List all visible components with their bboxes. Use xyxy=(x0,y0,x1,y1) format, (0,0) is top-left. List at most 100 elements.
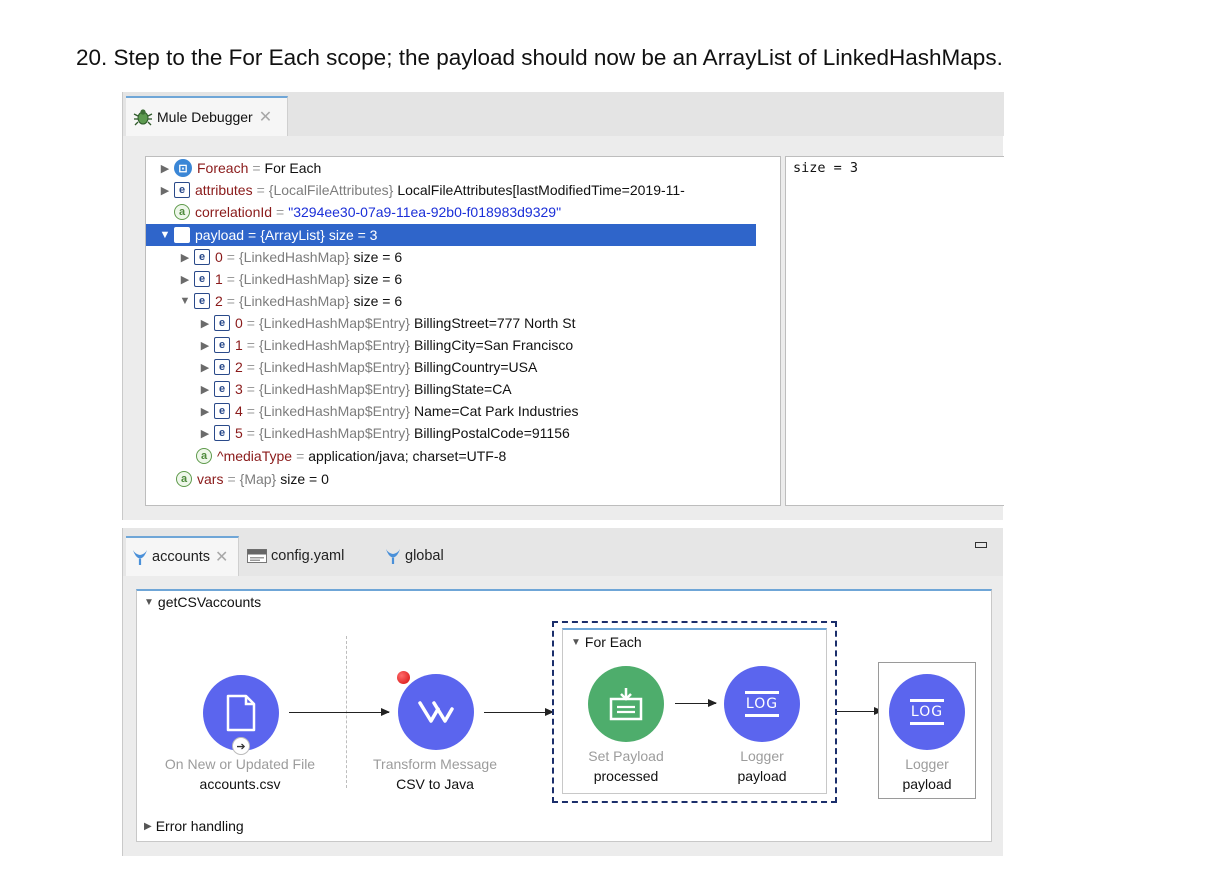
instruction-text: 20. Step to the For Each scope; the payl… xyxy=(76,45,1003,70)
tree-row-map-entry[interactable]: ▶ e 4 = {LinkedHashMap$Entry} Name=Cat P… xyxy=(198,400,579,422)
transform-icon xyxy=(418,701,454,723)
logger-icon-text: LOG xyxy=(745,696,779,712)
tab-accounts[interactable]: accounts ✕ xyxy=(126,536,239,576)
expand-icon[interactable]: ▶ xyxy=(198,405,212,418)
tree-type: {LinkedHashMap$Entry} xyxy=(258,337,410,353)
tab-label: accounts xyxy=(152,549,211,565)
transform-message-component[interactable] xyxy=(398,674,474,750)
expand-icon[interactable]: ▶ xyxy=(158,184,172,197)
mule-flow-icon xyxy=(133,550,147,565)
logger-icon-bar xyxy=(910,722,944,725)
tree-value: For Each xyxy=(264,160,322,176)
tree-value: application/java; charset=UTF-8 xyxy=(308,448,507,464)
collapse-icon[interactable]: ▼ xyxy=(178,295,192,307)
flow-arrow xyxy=(837,707,883,715)
tree-row-foreach[interactable]: ▶ ⊡ Foreach = For Each xyxy=(158,157,321,179)
scope-header[interactable]: ▼ For Each xyxy=(571,634,642,650)
expand-icon[interactable]: ▶ xyxy=(198,383,212,396)
element-icon: e xyxy=(194,271,210,287)
tree-type: {LinkedHashMap} xyxy=(238,271,350,287)
minimize-icon[interactable] xyxy=(975,542,987,548)
tree-key: 1 xyxy=(235,337,243,353)
tab-global[interactable]: global xyxy=(385,536,444,576)
tree-row-map-entry[interactable]: ▶ e 5 = {LinkedHashMap$Entry} BillingPos… xyxy=(198,422,570,444)
expand-icon[interactable]: ▶ xyxy=(144,821,152,832)
tree-row-list-item[interactable]: ▶ e 1 = {LinkedHashMap} size = 6 xyxy=(178,268,402,290)
tab-config-yaml[interactable]: config.yaml xyxy=(247,536,344,576)
equals-sign: = xyxy=(246,425,255,441)
tree-key: correlationId xyxy=(195,204,273,220)
equals-sign: = xyxy=(246,359,255,375)
tree-row-correlation-id[interactable]: a correlationId = "3294ee30-07a9-11ea-92… xyxy=(172,201,561,223)
attribute-icon: a xyxy=(196,448,212,464)
tree-row-map-entry[interactable]: ▶ e 3 = {LinkedHashMap$Entry} BillingSta… xyxy=(198,378,512,400)
tree-value: LocalFileAttributes[lastModifiedTime=201… xyxy=(397,182,685,198)
set-payload-component[interactable] xyxy=(588,666,664,742)
close-icon[interactable]: ✕ xyxy=(259,107,272,127)
tree-row-map-entry[interactable]: ▶ e 0 = {LinkedHashMap$Entry} BillingStr… xyxy=(198,312,575,334)
tree-key: 3 xyxy=(235,381,243,397)
foreach-scope-icon: ⊡ xyxy=(174,159,192,177)
tree-type: {ArrayList} xyxy=(260,227,325,243)
equals-sign: = xyxy=(248,227,257,243)
expand-icon[interactable]: ▶ xyxy=(198,339,212,352)
element-icon: e xyxy=(214,425,230,441)
close-icon[interactable]: ✕ xyxy=(215,547,228,567)
expand-icon[interactable]: ▶ xyxy=(198,317,212,330)
component-subtitle: CSV to Java xyxy=(396,776,474,792)
tree-type: {LinkedHashMap$Entry} xyxy=(258,403,410,419)
collapse-icon[interactable]: ▼ xyxy=(158,229,172,241)
equals-sign: = xyxy=(227,471,236,487)
set-payload-icon xyxy=(609,688,643,721)
component-subtitle: payload xyxy=(737,768,787,784)
tree-type: {LinkedHashMap$Entry} xyxy=(258,359,410,375)
tree-key: 5 xyxy=(235,425,243,441)
equals-sign: = xyxy=(276,204,285,220)
tree-row-attributes[interactable]: ▶ e attributes = {LocalFileAttributes} L… xyxy=(158,179,685,201)
tree-row-list-item[interactable]: ▼ e 2 = {LinkedHashMap} size = 6 xyxy=(178,290,402,312)
collapse-icon[interactable]: ▼ xyxy=(144,597,154,608)
tree-row-media-type[interactable]: a ^mediaType = application/java; charset… xyxy=(194,445,506,467)
logger-icon-text: LOG xyxy=(910,704,944,720)
component-title: Logger xyxy=(905,756,949,772)
breakpoint-icon[interactable] xyxy=(397,671,410,684)
expand-icon[interactable]: ▶ xyxy=(198,361,212,374)
tree-row-payload[interactable]: ▼ e payload = {ArrayList} size = 3 xyxy=(146,224,756,246)
tree-key: ^mediaType xyxy=(217,448,293,464)
expand-icon[interactable]: ▶ xyxy=(158,162,172,175)
flow-header[interactable]: ▼ getCSVaccounts xyxy=(144,594,261,610)
element-icon: e xyxy=(214,359,230,375)
tree-type: {LinkedHashMap} xyxy=(238,249,350,265)
element-icon: e xyxy=(214,403,230,419)
tree-value: BillingCountry=USA xyxy=(413,359,538,375)
expand-icon[interactable]: ▶ xyxy=(178,273,192,286)
logger-component-inner[interactable]: LOG xyxy=(724,666,800,742)
equals-sign: = xyxy=(246,403,255,419)
element-icon: e xyxy=(174,182,190,198)
tree-key: 2 xyxy=(215,293,223,309)
logger-component-outer[interactable]: LOG xyxy=(889,674,965,750)
component-subtitle: accounts.csv xyxy=(199,776,281,792)
logger-icon: LOG xyxy=(910,699,944,725)
attribute-icon: a xyxy=(174,204,190,220)
flow-arrow xyxy=(484,708,554,716)
tab-mule-debugger[interactable]: Mule Debugger ✕ xyxy=(126,96,288,136)
collapse-icon[interactable]: ▼ xyxy=(571,637,581,648)
scope-name: For Each xyxy=(584,634,642,650)
tree-row-list-item[interactable]: ▶ e 0 = {LinkedHashMap} size = 6 xyxy=(178,246,402,268)
tree-type: {LocalFileAttributes} xyxy=(268,182,394,198)
tree-row-vars[interactable]: a vars = {Map} size = 0 xyxy=(174,468,329,490)
value-detail-pane[interactable]: size = 3 xyxy=(785,156,1004,506)
equals-sign: = xyxy=(246,337,255,353)
logger-icon-bar xyxy=(745,714,779,717)
component-title: Transform Message xyxy=(373,756,497,772)
tree-key: payload xyxy=(195,227,245,243)
component-title: Logger xyxy=(740,748,784,764)
expand-icon[interactable]: ▶ xyxy=(178,251,192,264)
tree-row-map-entry[interactable]: ▶ e 1 = {LinkedHashMap$Entry} BillingCit… xyxy=(198,334,573,356)
error-handling-section[interactable]: ▶ Error handling xyxy=(144,818,244,834)
expand-icon[interactable]: ▶ xyxy=(198,427,212,440)
tree-row-map-entry[interactable]: ▶ e 2 = {LinkedHashMap$Entry} BillingCou… xyxy=(198,356,537,378)
element-icon: e xyxy=(214,337,230,353)
file-icon xyxy=(226,694,256,732)
